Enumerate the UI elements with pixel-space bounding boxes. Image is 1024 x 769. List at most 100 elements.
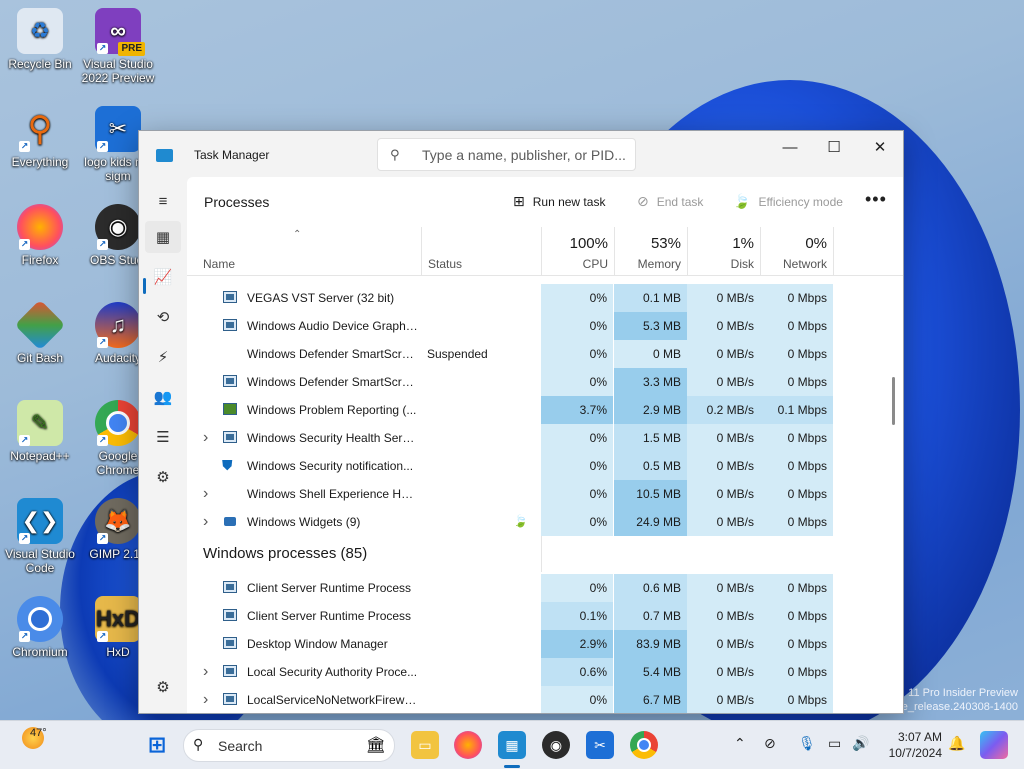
display-icon[interactable]: ▭	[828, 735, 841, 752]
end-task-button[interactable]: ⊘ End task	[637, 193, 703, 210]
chevron-right-icon[interactable]: ›	[203, 508, 215, 536]
obs-taskbar-icon[interactable]: ◉	[542, 731, 570, 759]
disk-value: 0 MB/s	[687, 574, 760, 602]
table-row[interactable]: › LocalServiceNoNetworkFirewa... 0% 6.7 MB 0…	[187, 686, 833, 713]
table-row[interactable]: Client Server Runtime Process 0% 0.6 MB 0 M…	[187, 574, 833, 602]
hxd-icon: HxD ↗	[95, 596, 141, 642]
chevron-right-icon[interactable]: ›	[203, 424, 215, 452]
clock-date: 10/7/2024	[888, 746, 942, 760]
status-column-header[interactable]: Status	[421, 227, 542, 275]
desktop-icon-vscode[interactable]: ❮❯ ↗ Visual Studio Code	[2, 498, 78, 575]
cpu-column-header[interactable]: 100% CPU	[541, 227, 614, 275]
copilot-icon[interactable]	[980, 731, 1008, 759]
desktop-icon-notepadpp[interactable]: ✎ ↗ Notepad++	[2, 400, 78, 463]
clock[interactable]: 3:07 AM 10/7/2024	[884, 729, 942, 761]
table-row[interactable]: › Local Security Authority Proce... 0.6% 5.…	[187, 658, 833, 686]
taskbar-search[interactable]: ⚲ Search 🏛	[183, 729, 395, 762]
details-nav-icon[interactable]: ☰	[145, 421, 181, 453]
table-row[interactable]: ⛊ Windows Security notification... 0% 0.5 M…	[187, 452, 833, 480]
disk-value: 0 MB/s	[687, 452, 760, 480]
end-task-icon: ⊘	[637, 193, 649, 209]
watermark-line-2: e_release.240308-1400	[901, 701, 1018, 713]
more-options-icon[interactable]: •••	[865, 189, 887, 210]
table-row[interactable]: Desktop Window Manager 2.9% 83.9 MB 0 MB/s 0…	[187, 630, 833, 658]
capcut-icon: ✂ ↗	[95, 106, 141, 152]
memory-value: 0.7 MB	[614, 602, 687, 630]
minimize-button[interactable]: —	[767, 131, 813, 163]
title-bar[interactable]: Task Manager ⚲ — ☐ ✕	[139, 131, 903, 177]
search-box[interactable]: ⚲	[377, 138, 636, 171]
name-column-header[interactable]: ⌃ Name	[187, 227, 421, 275]
memory-value: 0.6 MB	[614, 574, 687, 602]
table-row[interactable]: Windows Defender SmartScreen Suspended 0% 0…	[187, 340, 833, 368]
network-value: 0 Mbps	[760, 284, 833, 312]
app-history-nav-icon[interactable]: ⟲	[145, 301, 181, 333]
settings-nav-icon[interactable]: ⚙	[145, 671, 181, 703]
capcut-taskbar-icon[interactable]: ✂	[586, 731, 614, 759]
desktop-icon-visual-studio[interactable]: ∞ ↗ PRE Visual Studio 2022 Preview	[80, 8, 156, 85]
process-list: VEGAS VST Server (32 bit) 0% 0.1 MB 0 MB/s 0…	[187, 276, 903, 713]
show-hidden-icons-icon[interactable]: ⌃	[734, 735, 746, 752]
file-explorer-taskbar-icon[interactable]: ▭	[411, 731, 439, 759]
network-off-icon[interactable]: ⊘	[764, 735, 776, 752]
table-row[interactable]: Windows Problem Reporting (... 3.7% 2.9 MB…	[187, 396, 833, 424]
desktop-icon-label: Visual Studio Code	[5, 547, 75, 575]
shortcut-arrow-icon: ↗	[97, 141, 108, 152]
chevron-right-icon[interactable]: ›	[203, 658, 215, 686]
cpu-value: 0%	[541, 508, 613, 536]
users-nav-icon[interactable]: 👥	[145, 381, 181, 413]
network-header-label: Network	[782, 257, 827, 271]
table-row[interactable]: Windows Defender SmartScreen 0% 3.3 MB 0 MB…	[187, 368, 833, 396]
services-nav-icon[interactable]: ⚙	[145, 461, 181, 493]
memory-value: 3.3 MB	[614, 368, 687, 396]
shield-icon: ⛊	[222, 457, 233, 473]
table-row[interactable]: › Windows Security Health Servi... 0% 1.5 M…	[187, 424, 833, 452]
startup-apps-nav-icon[interactable]: ⚡	[145, 341, 181, 373]
maximize-button[interactable]: ☐	[811, 131, 857, 163]
disk-column-header[interactable]: 1% Disk	[687, 227, 760, 275]
network-column-header[interactable]: 0% Network	[760, 227, 834, 275]
search-input[interactable]	[420, 144, 629, 166]
table-row[interactable]: VEGAS VST Server (32 bit) 0% 0.1 MB 0 MB/s 0…	[187, 284, 833, 312]
table-row[interactable]: › Windows Widgets (9) 🍃 0% 24.9 MB 0 MB/s 0 Mb…	[187, 508, 833, 536]
processes-nav-icon[interactable]: ▦	[145, 221, 181, 253]
chevron-right-icon[interactable]: ›	[203, 480, 215, 508]
process-name: Windows Security notification...	[247, 459, 414, 473]
hamburger-menu-icon[interactable]: ≡	[145, 185, 181, 217]
process-name: Windows Widgets (9)	[247, 515, 361, 529]
table-row[interactable]: Windows Audio Device Graph ... 0% 5.3 MB 0 …	[187, 312, 833, 340]
performance-nav-icon[interactable]: 📈	[145, 261, 181, 293]
table-row[interactable]: Client Server Runtime Process 0.1% 0.7 MB 0…	[187, 602, 833, 630]
shortcut-arrow-icon: ↗	[19, 533, 30, 544]
process-name: Windows Audio Device Graph ...	[247, 319, 419, 333]
memory-value: 1.5 MB	[614, 424, 687, 452]
desktop-icon-git-bash[interactable]: Git Bash	[2, 299, 78, 365]
scrollbar-thumb[interactable]	[892, 377, 895, 425]
memory-value: 5.3 MB	[614, 312, 687, 340]
notepadpp-icon: ✎ ↗	[17, 400, 63, 446]
run-new-task-button[interactable]: ⊞ Run new task	[513, 193, 605, 210]
notification-bell-icon[interactable]: 🔔	[948, 735, 965, 752]
column-headers: ⌃ Name Status 100% CPU 53% Memory 1% Dis…	[187, 227, 903, 276]
table-row[interactable]: › Windows Shell Experience Hos... 0% 10.5 M…	[187, 480, 833, 508]
chrome-taskbar-icon[interactable]	[630, 731, 658, 759]
task-manager-taskbar-icon[interactable]: ▦	[498, 731, 526, 759]
process-icon	[223, 431, 237, 443]
close-button[interactable]: ✕	[857, 131, 903, 163]
cpu-value: 2.9%	[541, 630, 613, 658]
desktop-icon-chromium[interactable]: ↗ Chromium	[2, 596, 78, 659]
volume-icon[interactable]: 🔊	[852, 735, 869, 752]
chevron-right-icon[interactable]: ›	[203, 686, 215, 713]
desktop-icon-label: Visual Studio 2022 Preview	[81, 57, 155, 85]
memory-column-header[interactable]: 53% Memory	[614, 227, 687, 275]
firefox-taskbar-icon[interactable]	[454, 731, 482, 759]
process-icon	[223, 693, 237, 705]
desktop-icon-firefox[interactable]: ↗ Firefox	[2, 204, 78, 267]
start-button[interactable]: ⊞	[143, 731, 171, 759]
desktop-icon-recycle-bin[interactable]: ♻ Recycle Bin	[2, 8, 78, 71]
desktop-icon-everything[interactable]: ⚲ ↗ Everything	[2, 106, 78, 169]
search-icon: ⚲	[193, 736, 204, 752]
microphone-icon[interactable]: 🎙	[798, 735, 816, 752]
efficiency-mode-button[interactable]: 🍃 Efficiency mode	[733, 193, 843, 210]
efficiency-mode-label: Efficiency mode	[758, 194, 843, 209]
